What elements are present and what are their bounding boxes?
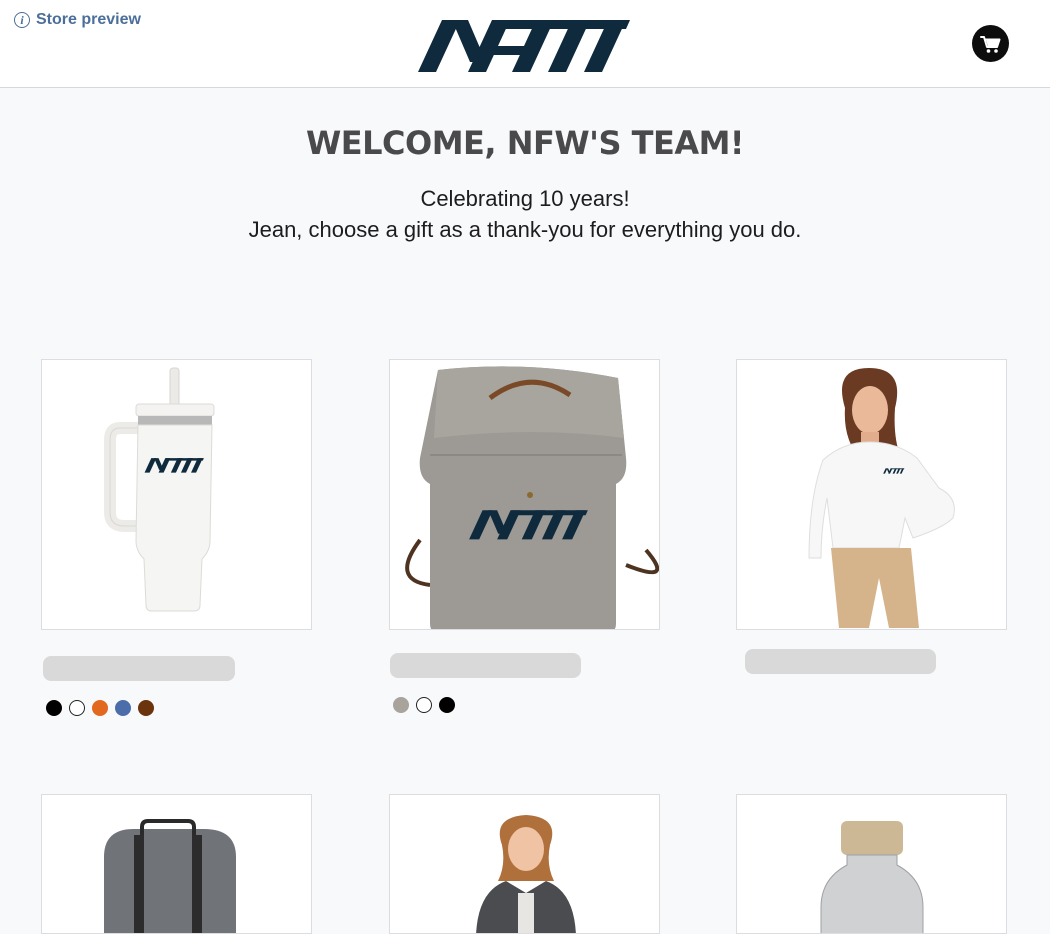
swatch-white[interactable] bbox=[69, 700, 85, 716]
store-preview-link[interactable]: i Store preview bbox=[14, 10, 141, 30]
top-bar: i Store preview bbox=[0, 0, 1050, 88]
product-card-tumbler[interactable] bbox=[41, 359, 312, 630]
swatch-brown[interactable] bbox=[138, 700, 154, 716]
product-name-placeholder bbox=[745, 649, 936, 674]
swatch-heather-gray[interactable] bbox=[393, 697, 409, 713]
celebration-line: Celebrating 10 years! bbox=[420, 186, 630, 211]
nfw-logo[interactable] bbox=[416, 16, 632, 76]
welcome-heading: WELCOME, NFW'S TEAM! bbox=[305, 124, 745, 162]
heather-backpack-image bbox=[104, 819, 236, 933]
product-name-placeholder bbox=[43, 656, 235, 681]
swatch-blue[interactable] bbox=[115, 700, 131, 716]
jacket-image bbox=[476, 815, 576, 933]
color-swatches bbox=[46, 700, 154, 716]
product-card-dress-shirt[interactable] bbox=[736, 359, 1007, 630]
color-swatches bbox=[393, 697, 455, 713]
product-name-placeholder bbox=[390, 653, 581, 678]
product-card-heather-backpack[interactable] bbox=[41, 794, 312, 934]
glass-bottle-image bbox=[820, 821, 924, 933]
cart-button[interactable] bbox=[972, 25, 1009, 62]
cart-icon bbox=[979, 35, 1000, 53]
canvas-backpack-image bbox=[405, 366, 659, 629]
tumbler-image bbox=[104, 367, 215, 612]
info-icon: i bbox=[14, 12, 30, 28]
gift-instruction: Jean, choose a gift as a thank-you for e… bbox=[248, 217, 802, 242]
store-preview-label: Store preview bbox=[36, 11, 141, 28]
swatch-black[interactable] bbox=[46, 700, 62, 716]
product-card-canvas-backpack[interactable] bbox=[389, 359, 660, 630]
swatch-black[interactable] bbox=[439, 697, 455, 713]
dress-shirt-image bbox=[808, 368, 955, 628]
product-card-jacket[interactable] bbox=[389, 794, 660, 934]
swatch-white[interactable] bbox=[416, 697, 432, 713]
product-card-glass-bottle[interactable] bbox=[736, 794, 1007, 934]
swatch-orange[interactable] bbox=[92, 700, 108, 716]
